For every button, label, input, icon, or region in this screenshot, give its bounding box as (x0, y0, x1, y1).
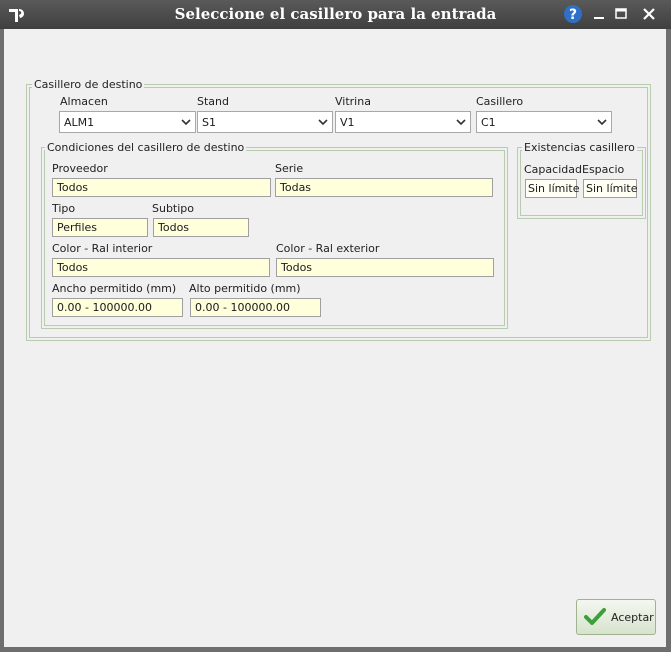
tipo-label: Tipo (52, 202, 76, 215)
alto-field[interactable]: 0.00 - 100000.00 (190, 298, 321, 317)
chevron-down-icon (318, 119, 328, 126)
dialog-window: Seleccione el casillero para la entrada … (0, 0, 671, 652)
stand-value: S1 (202, 116, 216, 129)
chevron-down-icon (456, 119, 466, 126)
capacidad-value: Sin límite (528, 182, 580, 195)
proveedor-label: Proveedor (52, 162, 108, 175)
color-interior-field[interactable]: Todos (52, 258, 270, 277)
capacidad-field: Sin límite (525, 179, 580, 198)
espacio-label: Espacio (582, 163, 625, 176)
subtipo-label: Subtipo (152, 202, 195, 215)
tipo-value: Perfiles (57, 221, 98, 234)
color-interior-label: Color - Ral interior (52, 242, 153, 255)
destino-legend: Casillero de destino (32, 78, 145, 91)
color-exterior-field[interactable]: Todos (276, 258, 494, 277)
espacio-value: Sin límite (586, 182, 638, 195)
capacidad-label: Capacidad (524, 163, 582, 176)
almacen-value: ALM1 (64, 116, 95, 129)
svg-text:?: ? (569, 7, 577, 23)
casillero-select[interactable]: C1 (476, 111, 612, 133)
color-interior-value: Todos (57, 261, 89, 274)
proveedor-value: Todos (57, 181, 89, 194)
vitrina-select[interactable]: V1 (335, 111, 471, 133)
almacen-select[interactable]: ALM1 (59, 111, 196, 133)
accept-label: Aceptar (611, 611, 654, 624)
dialog-body: Casillero de destino Almacen ALM1 Stand … (4, 29, 666, 647)
chevron-down-icon (597, 119, 607, 126)
existencias-legend: Existencias casillero (522, 141, 637, 154)
ancho-label: Ancho permitido (mm) (52, 282, 177, 295)
condiciones-legend: Condiciones del casillero de destino (45, 141, 247, 154)
maximize-icon[interactable] (610, 4, 632, 24)
casillero-value: C1 (481, 116, 496, 129)
stand-label: Stand (197, 95, 229, 108)
vitrina-label: Vitrina (335, 95, 371, 108)
serie-value: Todas (280, 181, 312, 194)
accept-button[interactable]: Aceptar (576, 599, 656, 635)
checkmark-icon (584, 608, 606, 625)
almacen-label: Almacen (60, 95, 108, 108)
serie-label: Serie (275, 162, 304, 175)
stand-select[interactable]: S1 (197, 111, 333, 133)
color-exterior-value: Todos (281, 261, 313, 274)
title-bar[interactable]: Seleccione el casillero para la entrada … (0, 0, 671, 29)
ancho-value: 0.00 - 100000.00 (57, 301, 152, 314)
help-icon[interactable]: ? (562, 4, 584, 24)
color-exterior-label: Color - Ral exterior (276, 242, 380, 255)
vitrina-value: V1 (340, 116, 355, 129)
casillero-label: Casillero (476, 95, 524, 108)
proveedor-field[interactable]: Todos (52, 178, 271, 197)
close-icon[interactable] (632, 4, 666, 24)
serie-field[interactable]: Todas (275, 178, 493, 197)
chevron-down-icon (181, 119, 191, 126)
subtipo-value: Todos (158, 221, 190, 234)
alto-label: Alto permitido (mm) (189, 282, 301, 295)
alto-value: 0.00 - 100000.00 (195, 301, 290, 314)
tipo-field[interactable]: Perfiles (52, 218, 148, 237)
ancho-field[interactable]: 0.00 - 100000.00 (52, 298, 183, 317)
espacio-field: Sin límite (583, 179, 637, 198)
minimize-icon[interactable] (588, 4, 610, 24)
subtipo-field[interactable]: Todos (153, 218, 249, 237)
